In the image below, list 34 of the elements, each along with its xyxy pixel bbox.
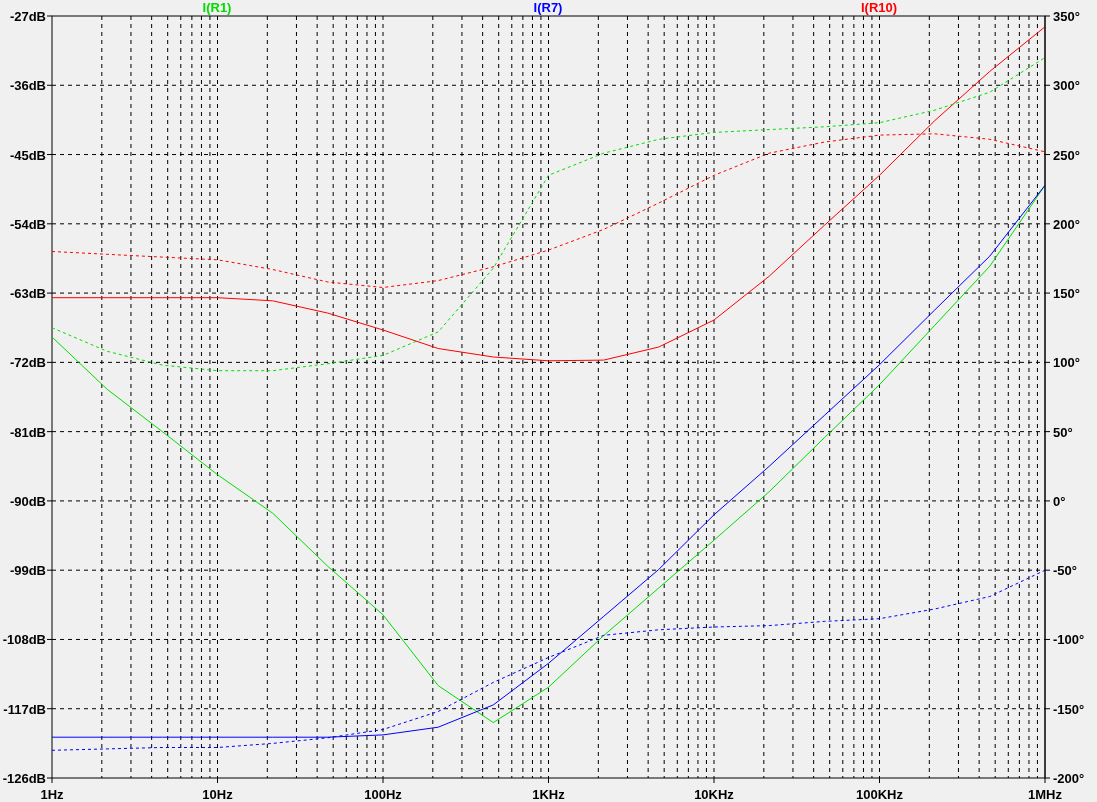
x-axis-tick-label: 10Hz xyxy=(202,787,233,802)
y-axis-tick-label: -63dB xyxy=(9,286,46,302)
phase-axis-tick-label: 250° xyxy=(1053,147,1080,163)
y-axis-tick-label: -90dB xyxy=(9,493,46,509)
phase-axis-tick-label: 100° xyxy=(1053,355,1080,371)
phase-axis-tick-label: 300° xyxy=(1053,78,1080,94)
y-axis-tick-label: -45dB xyxy=(9,147,46,163)
legend-label: I(R1) xyxy=(202,0,232,15)
y-axis-tick-label: -99dB xyxy=(9,563,46,579)
x-axis-tick-label: 1Hz xyxy=(40,787,64,802)
phase-axis-tick-label: -100° xyxy=(1053,632,1085,648)
phase-axis-tick-label: -50° xyxy=(1053,563,1077,579)
legend-label: I(R7) xyxy=(533,0,563,15)
phase-axis-tick-label: 200° xyxy=(1053,216,1080,232)
y-axis-tick-label: -126dB xyxy=(2,771,46,786)
legend-label: I(R10) xyxy=(860,0,898,15)
x-axis-tick-label: 1KHz xyxy=(532,787,565,802)
x-axis-tick-label: 1MHz xyxy=(1028,787,1062,802)
y-axis-tick-label: -81dB xyxy=(9,424,46,440)
x-axis-tick-label: 100KHz xyxy=(856,787,903,802)
phase-axis-tick-label: -150° xyxy=(1053,701,1085,717)
y-axis-tick-label: -27dB xyxy=(9,9,46,24)
y-axis-tick-label: -36dB xyxy=(9,78,46,94)
phase-axis-tick-label: 0° xyxy=(1053,493,1066,509)
y-axis-tick-label: -72dB xyxy=(9,355,46,371)
phase-axis-tick-label: 50° xyxy=(1053,424,1073,440)
phase-axis-tick-label: 350° xyxy=(1053,9,1080,24)
y-axis-tick-label: -117dB xyxy=(3,701,46,717)
x-axis-tick-label: 10KHz xyxy=(694,787,734,802)
y-axis-tick-label: -108dB xyxy=(2,632,46,648)
phase-axis-tick-label: 150° xyxy=(1053,286,1080,302)
x-axis-tick-label: 100Hz xyxy=(364,787,402,802)
phase-axis-tick-label: -200° xyxy=(1053,771,1085,786)
y-axis-tick-label: -54dB xyxy=(9,216,46,232)
